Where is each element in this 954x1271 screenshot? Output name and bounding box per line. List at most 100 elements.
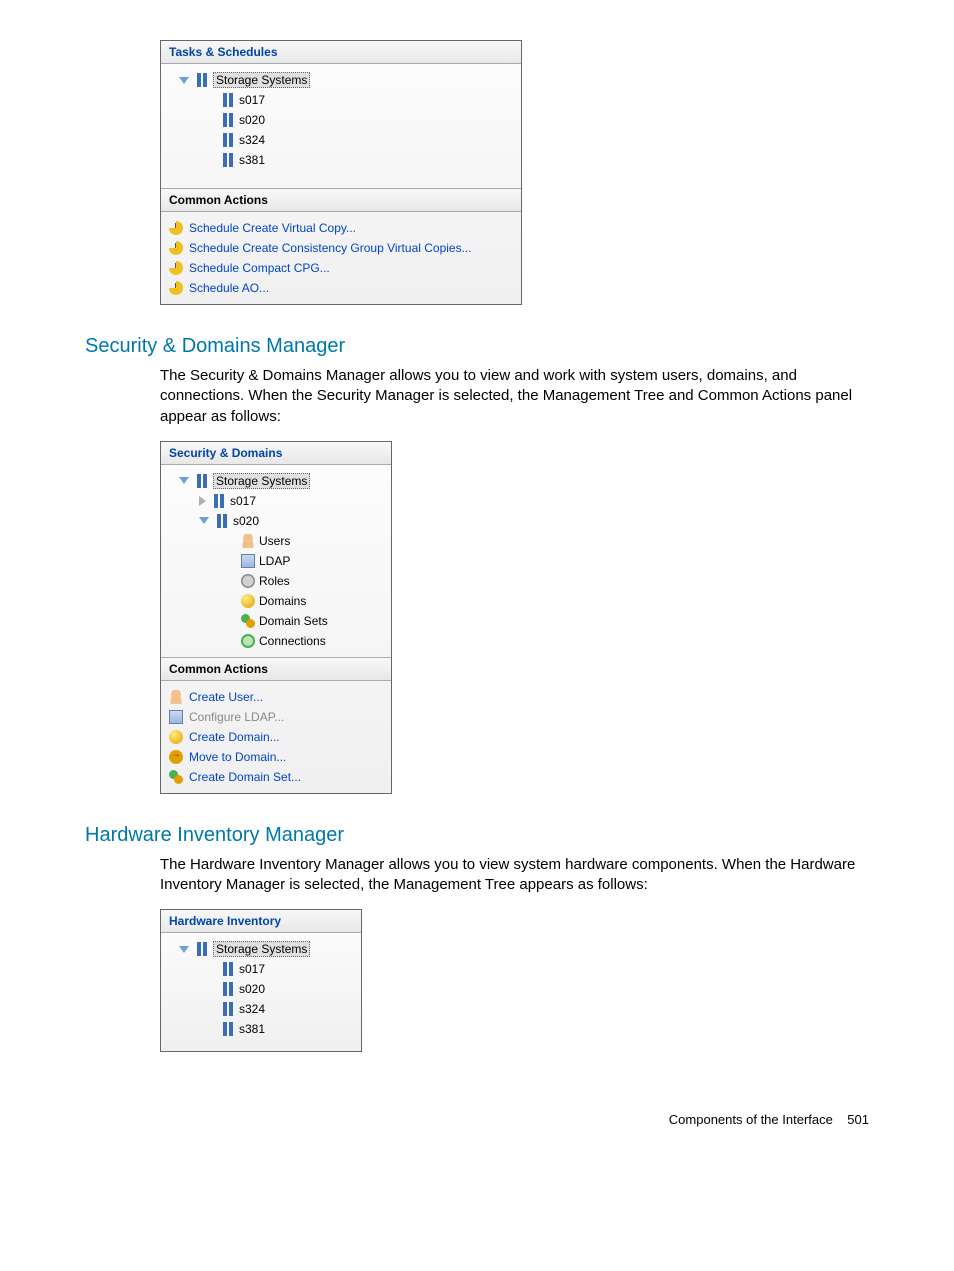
tree-node[interactable]: s017	[169, 959, 353, 979]
tree-node-label: s020	[239, 982, 265, 996]
tree-node-collapsed[interactable]: s017	[169, 491, 383, 511]
roles-icon	[241, 574, 255, 588]
tree-child-label: Domains	[259, 594, 306, 608]
storage-icon	[221, 113, 235, 127]
user-icon	[241, 534, 255, 548]
tree-node[interactable]: s324	[169, 130, 513, 150]
panel-header: Security & Domains	[161, 442, 391, 465]
actions-body: Schedule Create Virtual Copy... Schedule…	[161, 212, 521, 304]
tree-child-domain-sets[interactable]: Domain Sets	[169, 611, 383, 631]
expand-icon[interactable]	[199, 496, 206, 506]
action-label: Schedule AO...	[189, 281, 269, 295]
storage-icon	[195, 474, 209, 488]
tree-node[interactable]: s381	[169, 1019, 353, 1039]
tree-node[interactable]: s020	[169, 979, 353, 999]
actions-body: Create User... Configure LDAP... Create …	[161, 681, 391, 793]
tree-node-expanded[interactable]: s020	[169, 511, 383, 531]
storage-icon	[221, 982, 235, 996]
storage-icon	[212, 494, 226, 508]
tree-root-label[interactable]: Storage Systems	[213, 941, 310, 957]
tree-child-label: Connections	[259, 634, 326, 648]
ldap-icon	[241, 554, 255, 568]
expand-icon[interactable]	[199, 517, 209, 524]
storage-icon	[195, 942, 209, 956]
action-label: Create Domain...	[189, 730, 280, 744]
tree-root[interactable]: Storage Systems	[169, 939, 353, 959]
action-label: Schedule Compact CPG...	[189, 261, 330, 275]
tree-node-label: s381	[239, 1022, 265, 1036]
page-number: 501	[847, 1112, 869, 1127]
tree-node[interactable]: s017	[169, 90, 513, 110]
tree-node[interactable]: s020	[169, 110, 513, 130]
tree-root-label[interactable]: Storage Systems	[213, 72, 310, 88]
tree-node-label: s020	[239, 113, 265, 127]
action-schedule-ao[interactable]: Schedule AO...	[169, 278, 513, 298]
tree-node-label: s017	[239, 962, 265, 976]
panel-header: Tasks & Schedules	[161, 41, 521, 64]
schedule-icon	[169, 281, 183, 295]
tree-node[interactable]: s324	[169, 999, 353, 1019]
tree-child-roles[interactable]: Roles	[169, 571, 383, 591]
storage-icon	[221, 962, 235, 976]
expand-icon[interactable]	[179, 77, 189, 84]
action-label: Schedule Create Consistency Group Virtua…	[189, 241, 472, 255]
tree-child-label: LDAP	[259, 554, 290, 568]
domain-set-icon	[241, 614, 255, 628]
schedule-icon	[169, 241, 183, 255]
section-title-security: Security & Domains Manager	[85, 335, 869, 358]
tree-root[interactable]: Storage Systems	[169, 471, 383, 491]
action-label: Create Domain Set...	[189, 770, 301, 784]
common-actions-header: Common Actions	[161, 188, 521, 212]
tree-root[interactable]: Storage Systems	[169, 70, 513, 90]
footer-text: Components of the Interface	[669, 1112, 833, 1127]
tree-node-label: s324	[239, 1002, 265, 1016]
tree-child-domains[interactable]: Domains	[169, 591, 383, 611]
section-text: The Hardware Inventory Manager allows yo…	[160, 855, 869, 896]
tree-child-label: Domain Sets	[259, 614, 328, 628]
tree-body: Storage Systems s017 s020 s324 s381	[161, 64, 521, 188]
ldap-icon	[169, 710, 183, 724]
domain-set-icon	[169, 770, 183, 784]
action-move-to-domain[interactable]: Move to Domain...	[169, 747, 383, 767]
security-domains-panel: Security & Domains Storage Systems s017 …	[160, 441, 392, 794]
common-actions-header: Common Actions	[161, 657, 391, 681]
section-text: The Security & Domains Manager allows yo…	[160, 366, 869, 427]
tree-child-label: Users	[259, 534, 290, 548]
storage-icon	[215, 514, 229, 528]
tree-root-label[interactable]: Storage Systems	[213, 473, 310, 489]
action-label: Create User...	[189, 690, 263, 704]
tree-child-connections[interactable]: Connections	[169, 631, 383, 651]
domain-icon	[169, 730, 183, 744]
connections-icon	[241, 634, 255, 648]
action-create-user[interactable]: Create User...	[169, 687, 383, 707]
tree-node-label: s381	[239, 153, 265, 167]
tree-child-ldap[interactable]: LDAP	[169, 551, 383, 571]
hardware-inventory-panel: Hardware Inventory Storage Systems s017 …	[160, 909, 362, 1052]
tree-node-label: s017	[230, 494, 256, 508]
expand-icon[interactable]	[179, 477, 189, 484]
tree-node[interactable]: s381	[169, 150, 513, 170]
action-configure-ldap: Configure LDAP...	[169, 707, 383, 727]
section-title-hardware: Hardware Inventory Manager	[85, 824, 869, 847]
move-icon	[169, 750, 183, 764]
tree-child-users[interactable]: Users	[169, 531, 383, 551]
storage-icon	[221, 1002, 235, 1016]
tasks-schedules-panel: Tasks & Schedules Storage Systems s017 s…	[160, 40, 522, 305]
storage-icon	[221, 93, 235, 107]
action-schedule-compact-cpg[interactable]: Schedule Compact CPG...	[169, 258, 513, 278]
schedule-icon	[169, 261, 183, 275]
tree-node-label: s017	[239, 93, 265, 107]
expand-icon[interactable]	[179, 946, 189, 953]
action-schedule-virtual-copy[interactable]: Schedule Create Virtual Copy...	[169, 218, 513, 238]
tree-body: Storage Systems s017 s020 Users LDAP Rol…	[161, 465, 391, 657]
tree-body: Storage Systems s017 s020 s324 s381	[161, 933, 361, 1051]
panel-header: Hardware Inventory	[161, 910, 361, 933]
action-label: Move to Domain...	[189, 750, 286, 764]
storage-icon	[221, 1022, 235, 1036]
action-create-domain[interactable]: Create Domain...	[169, 727, 383, 747]
action-schedule-consistency-group[interactable]: Schedule Create Consistency Group Virtua…	[169, 238, 513, 258]
tree-node-label: s020	[233, 514, 259, 528]
storage-icon	[195, 73, 209, 87]
page-footer: Components of the Interface 501	[85, 1112, 869, 1127]
action-create-domain-set[interactable]: Create Domain Set...	[169, 767, 383, 787]
